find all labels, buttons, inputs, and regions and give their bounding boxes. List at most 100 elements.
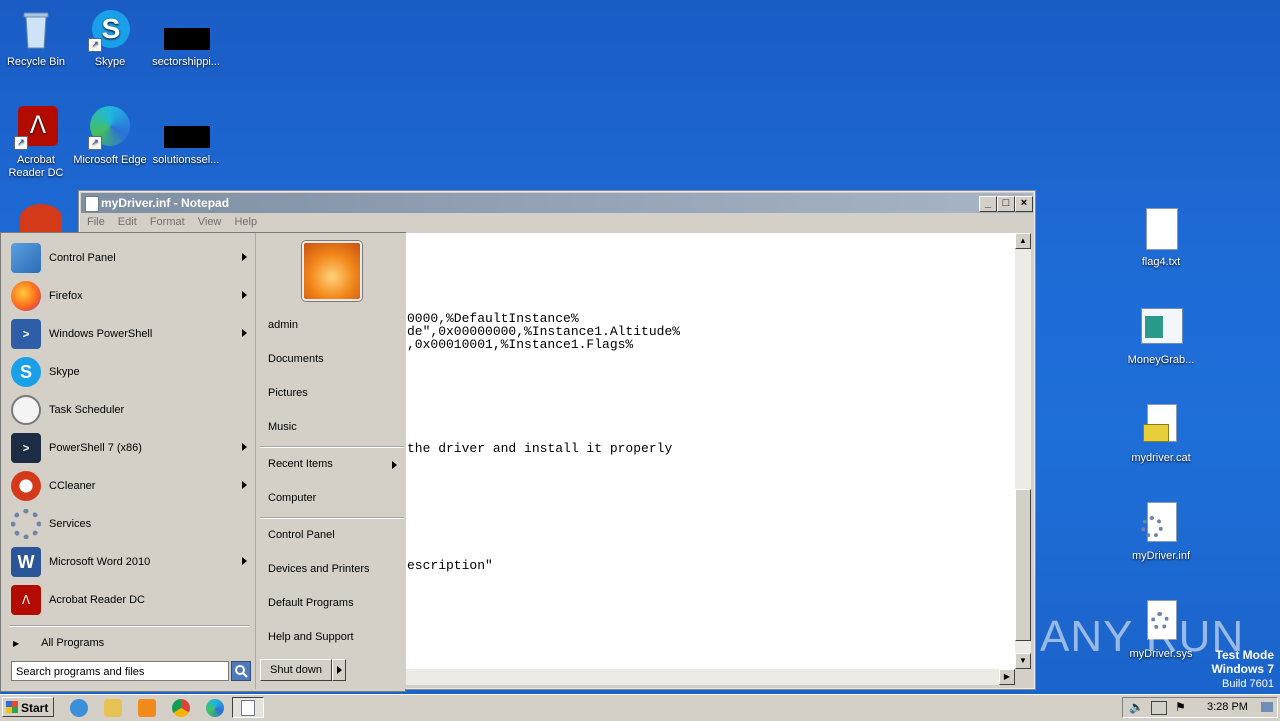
desktop-icon-mydriver-cat[interactable]: mydriver.cat — [1123, 404, 1199, 465]
maximize-button[interactable]: □ — [997, 196, 1015, 212]
program-firefox[interactable]: Firefox — [9, 279, 253, 313]
window-title: myDriver.inf - Notepad — [101, 196, 230, 210]
shut-down-options-button[interactable] — [332, 659, 346, 681]
start-label: Start — [21, 701, 49, 715]
close-button[interactable]: × — [1015, 196, 1033, 212]
chrome-icon[interactable] — [172, 699, 190, 717]
shortcut-arrow-icon: ↗ — [14, 136, 28, 150]
program-task-scheduler[interactable]: Task Scheduler — [9, 393, 253, 427]
skype-icon: S ↗ — [88, 8, 132, 52]
desktop-icon-recycle-bin[interactable]: Recycle Bin — [0, 8, 74, 69]
edge-icon[interactable] — [206, 699, 224, 717]
control-panel-link[interactable]: Control Panel — [268, 529, 335, 541]
desktop-icon-solutionssel[interactable]: solutionssel... — [148, 106, 224, 167]
scroll-up-button[interactable]: ▲ — [1015, 233, 1031, 249]
clock[interactable]: 3:28 PM — [1207, 701, 1248, 713]
network-icon[interactable] — [1151, 701, 1167, 715]
arrow-right-icon — [337, 666, 342, 674]
program-label: Services — [49, 518, 92, 530]
notepad-taskbar-button[interactable] — [232, 697, 264, 718]
music-link[interactable]: Music — [268, 421, 297, 433]
ccleaner-desktop-icon-partial[interactable] — [20, 204, 62, 232]
shut-down-button[interactable]: Shut down — [260, 659, 332, 681]
all-programs-label: All Programs — [41, 637, 105, 649]
taskbar: Start 🔈 ⚑ 3:28 PM — [0, 694, 1280, 721]
desktop-icon-label: Skype — [94, 56, 126, 68]
desktop-icon-label: Acrobat Reader DC — [8, 154, 64, 179]
desktop-icon-sectorshipping[interactable]: sectorshippi... — [148, 8, 224, 69]
desktop-icon-label: Microsoft Edge — [73, 154, 147, 166]
all-programs-button[interactable]: ▶ All Programs — [9, 633, 249, 653]
program-acrobat-reader[interactable]: ᐱ Acrobat Reader DC — [9, 583, 253, 617]
program-label: CCleaner — [49, 480, 96, 492]
action-center-flag-icon[interactable]: ⚑ — [1175, 700, 1186, 714]
redacted-file-icon — [164, 8, 210, 52]
volume-icon[interactable]: 🔈 — [1129, 700, 1144, 714]
application-window-icon — [1139, 306, 1183, 350]
scroll-down-button[interactable]: ▼ — [1015, 653, 1031, 669]
menu-help[interactable]: Help — [234, 216, 257, 228]
windows-logo-icon — [6, 701, 18, 713]
menu-view[interactable]: View — [198, 216, 222, 228]
vertical-scrollbar[interactable]: ▲ ▼ — [1015, 233, 1031, 669]
program-label: Acrobat Reader DC — [49, 594, 145, 606]
clock-icon — [11, 395, 41, 425]
desktop-icon-mydriver-inf[interactable]: myDriver.inf — [1123, 502, 1199, 563]
user-picture[interactable] — [302, 241, 362, 301]
search-icon[interactable] — [231, 661, 251, 681]
program-label: Microsoft Word 2010 — [49, 556, 151, 568]
program-services[interactable]: Services — [9, 507, 253, 541]
program-windows-powershell[interactable]: > Windows PowerShell — [9, 317, 253, 351]
notepad-title-bar[interactable]: myDriver.inf - Notepad _ □ × — [81, 193, 1033, 213]
desktop-icon-flag4[interactable]: flag4.txt — [1123, 208, 1199, 269]
menu-format[interactable]: Format — [150, 216, 185, 228]
program-label: Skype — [49, 366, 80, 378]
default-programs-link[interactable]: Default Programs — [268, 597, 354, 609]
program-word-2010[interactable]: W Microsoft Word 2010 — [9, 545, 253, 579]
powershell-icon: > — [11, 319, 41, 349]
help-support-link[interactable]: Help and Support — [268, 631, 354, 643]
test-mode-text: Test Mode — [1215, 648, 1274, 662]
desktop-icon-label: sectorshippi... — [152, 56, 220, 68]
submenu-arrow-icon — [242, 329, 247, 337]
program-skype[interactable]: S Skype — [9, 355, 253, 389]
submenu-arrow-icon — [242, 443, 247, 451]
menu-file[interactable]: File — [87, 216, 105, 228]
separator — [260, 446, 404, 448]
desktop-icon-moneygrab[interactable]: MoneyGrab... — [1123, 306, 1199, 367]
desktop-icon-edge[interactable]: ↗ Microsoft Edge — [72, 106, 148, 167]
program-label: PowerShell 7 (x86) — [49, 442, 142, 454]
desktop-icon-label: mydriver.cat — [1131, 452, 1191, 464]
text-file-icon — [1139, 208, 1183, 252]
media-player-icon[interactable] — [138, 699, 156, 717]
internet-explorer-icon[interactable] — [70, 699, 88, 717]
settings-file-icon — [1139, 502, 1183, 546]
text-line: the driver and install it properly — [407, 441, 673, 456]
user-name-link[interactable]: admin — [268, 319, 298, 331]
file-explorer-icon[interactable] — [104, 699, 122, 717]
program-ccleaner[interactable]: CCleaner — [9, 469, 253, 503]
skype-icon: S — [11, 357, 41, 387]
pictures-link[interactable]: Pictures — [268, 387, 308, 399]
show-desktop-icon[interactable] — [1261, 702, 1273, 712]
menu-edit[interactable]: Edit — [118, 216, 137, 228]
desktop-icon-acrobat[interactable]: ᐱ ↗ Acrobat Reader DC — [0, 106, 74, 180]
powershell7-icon: > — [11, 433, 41, 463]
program-powershell-7[interactable]: > PowerShell 7 (x86) — [9, 431, 253, 465]
acrobat-icon: ᐱ ↗ — [14, 106, 58, 150]
scroll-right-button[interactable]: ▶ — [999, 669, 1015, 685]
program-control-panel[interactable]: Control Panel — [9, 241, 253, 275]
devices-printers-link[interactable]: Devices and Printers — [268, 563, 370, 575]
start-menu-places-pane: admin Documents Pictures Music Recent It… — [255, 233, 406, 689]
recycle-bin-icon — [14, 8, 58, 52]
desktop-icon-label: myDriver.inf — [1131, 550, 1191, 562]
start-button[interactable]: Start — [2, 697, 54, 717]
scroll-thumb[interactable] — [1015, 489, 1031, 641]
recent-items-link[interactable]: Recent Items — [268, 458, 333, 470]
documents-link[interactable]: Documents — [268, 353, 324, 365]
computer-link[interactable]: Computer — [268, 492, 316, 504]
search-input[interactable]: Search programs and files — [11, 661, 229, 681]
edge-icon: ↗ — [88, 106, 132, 150]
desktop-icon-skype[interactable]: S ↗ Skype — [72, 8, 148, 69]
minimize-button[interactable]: _ — [979, 196, 997, 212]
